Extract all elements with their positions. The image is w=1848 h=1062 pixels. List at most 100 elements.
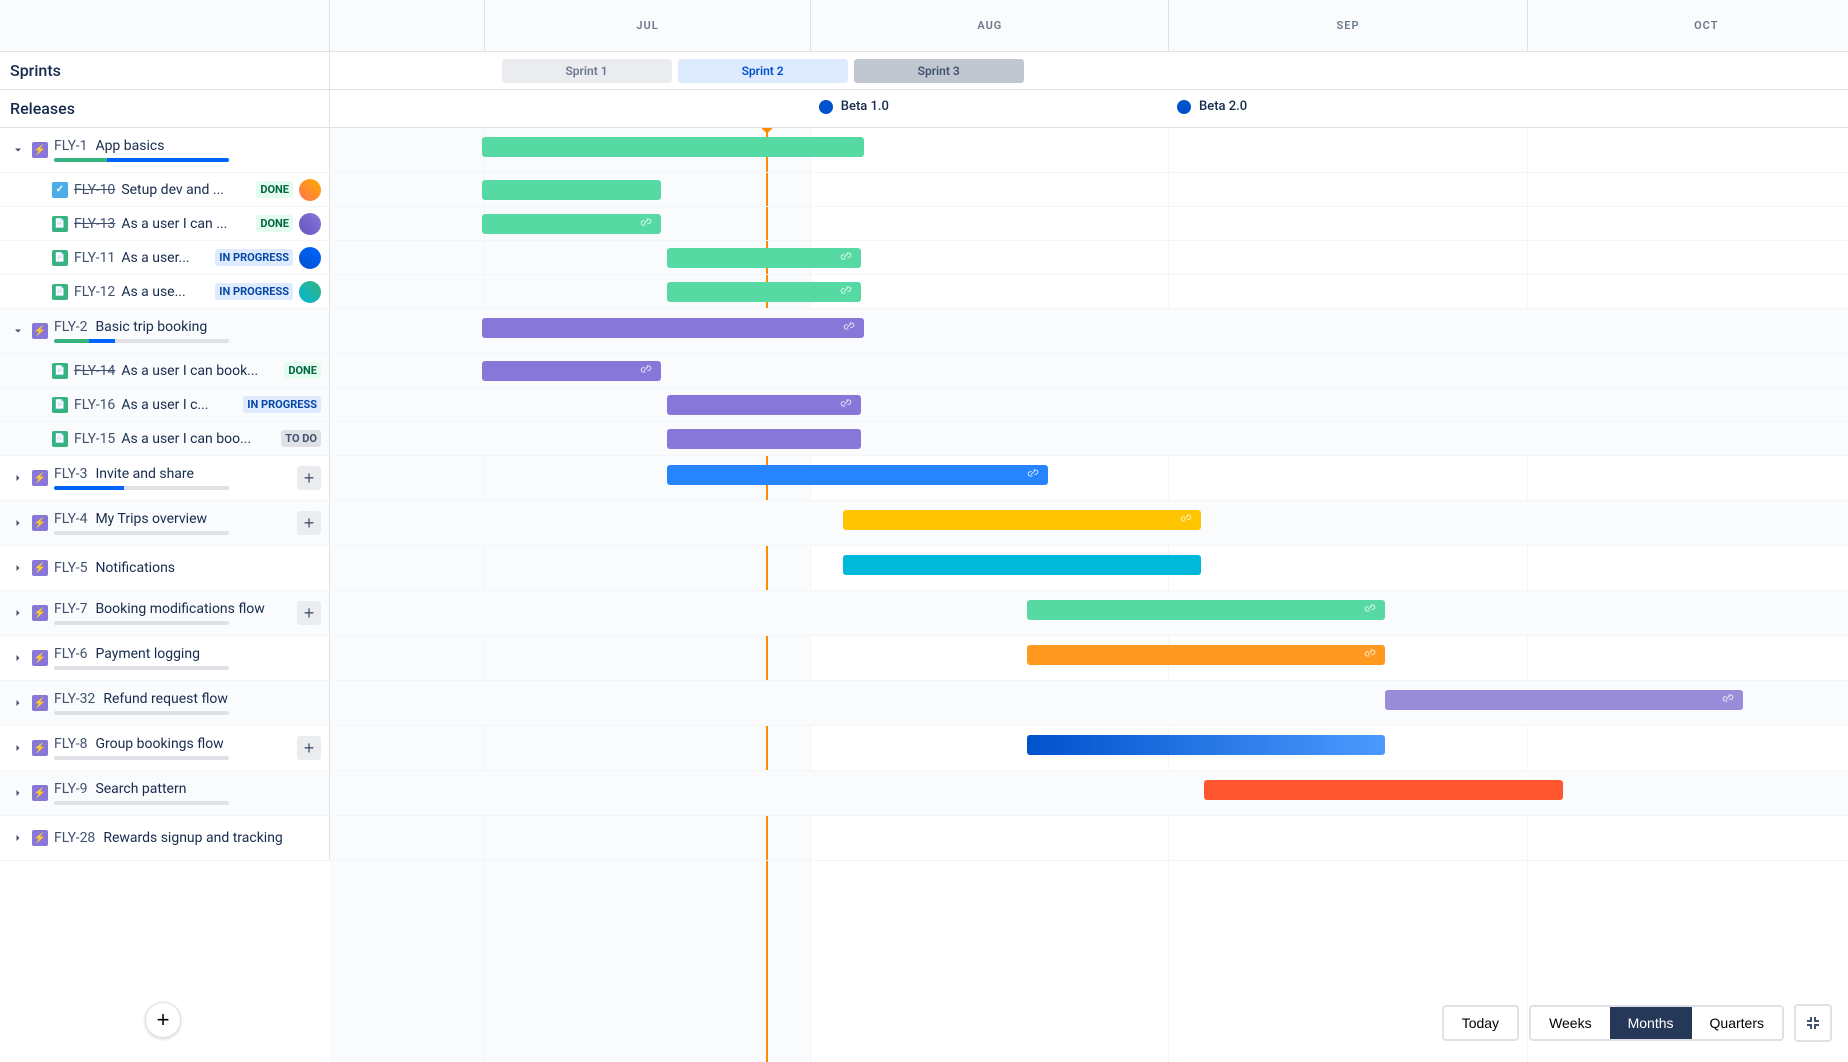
expand-toggle[interactable] bbox=[10, 605, 26, 621]
issue-key[interactable]: FLY-32 bbox=[54, 691, 95, 707]
issue-title[interactable]: As a user I can boo... bbox=[121, 431, 275, 447]
sprint-sprint-1[interactable]: Sprint 1 bbox=[502, 59, 672, 83]
timeline-bar[interactable] bbox=[667, 429, 861, 449]
epic-icon bbox=[32, 695, 48, 711]
timeline-bar[interactable] bbox=[843, 510, 1201, 530]
issue-key[interactable]: FLY-16 bbox=[74, 397, 115, 413]
release-beta-2.0[interactable]: Beta 2.0 bbox=[1177, 99, 1247, 114]
issue-title[interactable]: App basics bbox=[95, 138, 321, 154]
add-child-button[interactable]: + bbox=[297, 466, 321, 490]
assignee-avatar[interactable] bbox=[299, 213, 321, 235]
issue-key[interactable]: FLY-10 bbox=[74, 182, 115, 198]
progress-bar bbox=[54, 339, 229, 343]
assignee-avatar[interactable] bbox=[299, 247, 321, 269]
issue-key[interactable]: FLY-6 bbox=[54, 646, 87, 662]
issue-title[interactable]: As a user I can book... bbox=[121, 363, 278, 379]
issue-key[interactable]: FLY-5 bbox=[54, 560, 87, 576]
timeline-bar[interactable] bbox=[482, 180, 661, 200]
issue-title[interactable]: Rewards signup and tracking bbox=[103, 830, 321, 846]
add-child-button[interactable]: + bbox=[297, 511, 321, 535]
expand-toggle[interactable] bbox=[10, 470, 26, 486]
roadmap-app: JULAUGSEPOCT Sprints Sprint 1Sprint 2Spr… bbox=[0, 0, 1848, 1062]
issue-title[interactable]: Invite and share bbox=[95, 466, 291, 482]
today-button[interactable]: Today bbox=[1442, 1005, 1519, 1041]
create-issue-fab[interactable]: + bbox=[145, 1002, 181, 1038]
timeline-bar[interactable] bbox=[667, 282, 861, 302]
timeline-bar[interactable] bbox=[667, 395, 861, 415]
assignee-avatar[interactable] bbox=[299, 281, 321, 303]
issue-title[interactable]: Payment logging bbox=[95, 646, 321, 662]
progress-bar bbox=[54, 756, 229, 760]
timeline-bar[interactable] bbox=[482, 318, 865, 338]
timeline-bar[interactable] bbox=[667, 248, 861, 268]
epic-icon bbox=[32, 142, 48, 158]
sprint-sprint-3[interactable]: Sprint 3 bbox=[854, 59, 1024, 83]
issue-title[interactable]: Booking modifications flow bbox=[95, 601, 291, 617]
timeline-bar[interactable] bbox=[667, 465, 1048, 485]
expand-toggle[interactable] bbox=[10, 142, 26, 158]
issue-key[interactable]: FLY-14 bbox=[74, 363, 115, 379]
issue-key[interactable]: FLY-12 bbox=[74, 284, 115, 300]
timeline-bar[interactable] bbox=[1385, 690, 1743, 710]
issue-key[interactable]: FLY-4 bbox=[54, 511, 87, 527]
exit-fullscreen-button[interactable] bbox=[1794, 1004, 1832, 1042]
issue-title[interactable]: Basic trip booking bbox=[95, 319, 321, 335]
issue-title[interactable]: Group bookings flow bbox=[95, 736, 291, 752]
timeline-bar[interactable] bbox=[482, 361, 661, 381]
issue-title[interactable]: Setup dev and ... bbox=[121, 182, 250, 198]
issue-key[interactable]: FLY-28 bbox=[54, 830, 95, 846]
timeline-bar[interactable] bbox=[1027, 645, 1385, 665]
issue-key[interactable]: FLY-8 bbox=[54, 736, 87, 752]
add-child-button[interactable]: + bbox=[297, 736, 321, 760]
issue-title[interactable]: Search pattern bbox=[95, 781, 321, 797]
month-col-jul: JUL bbox=[485, 0, 811, 51]
issue-title[interactable]: As a user I can ... bbox=[121, 216, 250, 232]
timeline-bar[interactable] bbox=[482, 214, 661, 234]
roadmap-body[interactable]: FLY-1 App basics FLY-10 Setup dev and ..… bbox=[0, 128, 1848, 1062]
issue-key[interactable]: FLY-13 bbox=[74, 216, 115, 232]
sprints-label: Sprints bbox=[0, 52, 330, 89]
issue-title[interactable]: Refund request flow bbox=[103, 691, 321, 707]
issue-title[interactable]: As a user I c... bbox=[121, 397, 237, 413]
timeline-bar[interactable] bbox=[1204, 780, 1562, 800]
issue-key[interactable]: FLY-11 bbox=[74, 250, 115, 266]
add-child-button[interactable]: + bbox=[297, 601, 321, 625]
issue-key[interactable]: FLY-2 bbox=[54, 319, 87, 335]
issue-key[interactable]: FLY-3 bbox=[54, 466, 87, 482]
issue-row-fly-12: FLY-12 As a use... IN PROGRESS bbox=[0, 275, 1848, 309]
expand-toggle[interactable] bbox=[10, 323, 26, 339]
expand-toggle[interactable] bbox=[10, 695, 26, 711]
assignee-avatar[interactable] bbox=[299, 179, 321, 201]
timeline-bar[interactable] bbox=[843, 555, 1201, 575]
sprint-sprint-2[interactable]: Sprint 2 bbox=[678, 59, 848, 83]
expand-toggle[interactable] bbox=[10, 830, 26, 846]
expand-toggle[interactable] bbox=[10, 785, 26, 801]
view-controls: Today WeeksMonthsQuarters bbox=[1442, 1004, 1832, 1042]
issue-title[interactable]: As a use... bbox=[121, 284, 209, 300]
progress-bar bbox=[54, 666, 229, 670]
status-badge: DONE bbox=[284, 362, 321, 379]
issue-key[interactable]: FLY-7 bbox=[54, 601, 87, 617]
zoom-months-button[interactable]: Months bbox=[1610, 1007, 1692, 1039]
expand-toggle[interactable] bbox=[10, 560, 26, 576]
issue-row-fly-1: FLY-1 App basics bbox=[0, 128, 1848, 173]
epic-icon bbox=[32, 830, 48, 846]
zoom-weeks-button[interactable]: Weeks bbox=[1531, 1007, 1610, 1039]
issue-key[interactable]: FLY-15 bbox=[74, 431, 115, 447]
timeline-bar[interactable] bbox=[482, 137, 865, 157]
link-icon bbox=[839, 396, 853, 414]
expand-toggle[interactable] bbox=[10, 650, 26, 666]
release-beta-1.0[interactable]: Beta 1.0 bbox=[819, 99, 889, 114]
issue-title[interactable]: Notifications bbox=[95, 560, 321, 576]
zoom-quarters-button[interactable]: Quarters bbox=[1692, 1007, 1782, 1039]
issue-key[interactable]: FLY-1 bbox=[54, 138, 87, 154]
timeline-bar[interactable] bbox=[1027, 735, 1385, 755]
issue-key[interactable]: FLY-9 bbox=[54, 781, 87, 797]
issue-title[interactable]: As a user... bbox=[121, 250, 209, 266]
timeline-bar[interactable] bbox=[1027, 600, 1385, 620]
link-icon bbox=[842, 319, 856, 337]
expand-toggle[interactable] bbox=[10, 740, 26, 756]
expand-toggle[interactable] bbox=[10, 515, 26, 531]
issue-title[interactable]: My Trips overview bbox=[95, 511, 291, 527]
epic-icon bbox=[32, 740, 48, 756]
